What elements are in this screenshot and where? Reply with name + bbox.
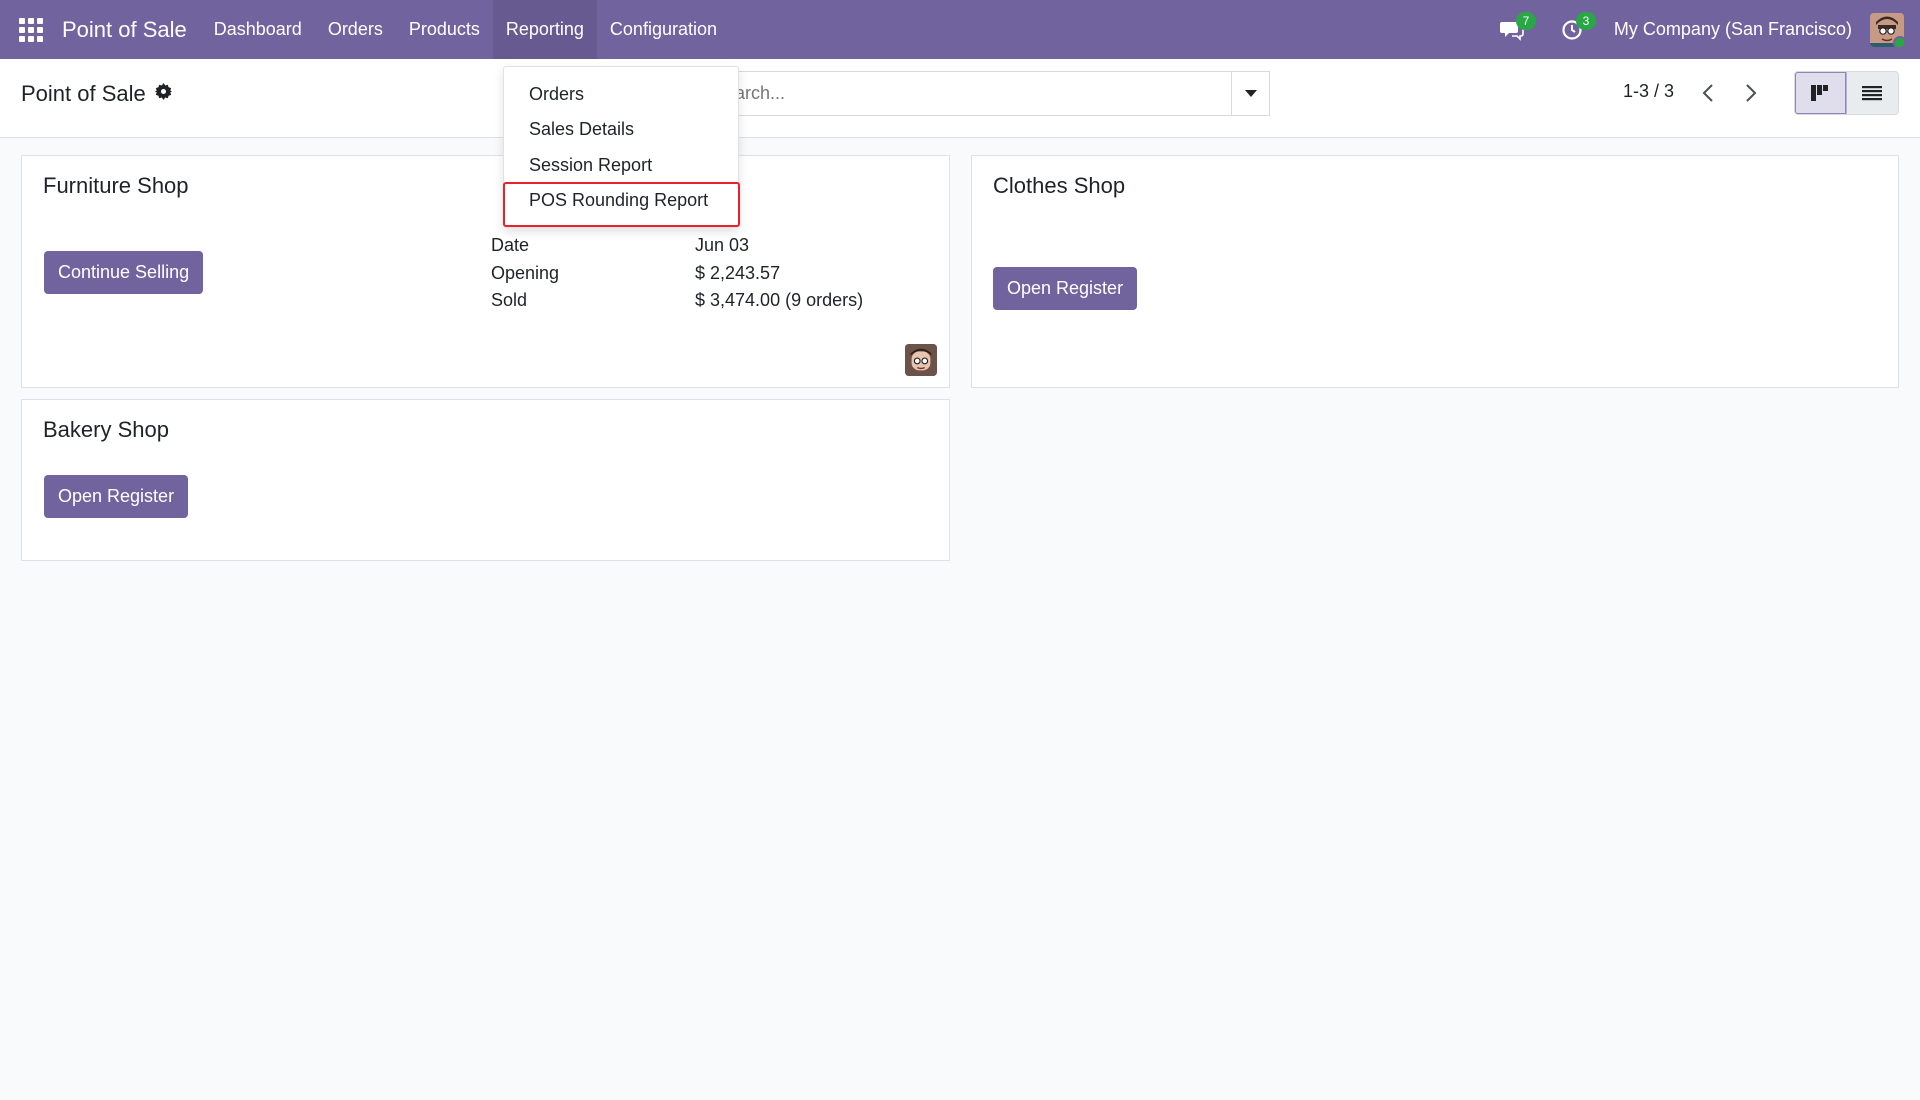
chevron-right-icon [1746, 84, 1757, 102]
messages-badge: 7 [1515, 11, 1536, 30]
pos-card-bakery: Bakery Shop Open Register [21, 399, 950, 561]
pager-previous-button[interactable] [1690, 75, 1726, 111]
menu-configuration[interactable]: Configuration [597, 0, 730, 59]
user-avatar[interactable] [1870, 12, 1904, 47]
menu-item-sales-details[interactable]: Sales Details [529, 119, 634, 140]
menu-orders[interactable]: Orders [315, 0, 396, 59]
search-options-toggle[interactable] [1231, 71, 1270, 116]
messages-icon[interactable]: 7 [1494, 11, 1536, 48]
open-register-button[interactable]: Open Register [993, 267, 1138, 310]
list-icon [1862, 86, 1883, 101]
kanban-view-button[interactable] [1795, 72, 1847, 114]
pager-next-button[interactable] [1733, 75, 1769, 111]
menu-dashboard[interactable]: Dashboard [201, 0, 315, 59]
online-status-dot [1893, 35, 1904, 47]
search-field[interactable] [700, 71, 1270, 116]
caret-down-icon [1245, 90, 1257, 97]
breadcrumb: Point of Sale [21, 81, 172, 107]
stat-value: Jun 03 [695, 235, 750, 255]
stat-label: Sold [491, 290, 528, 310]
reporting-dropdown-menu: Orders Sales Details Session Report POS … [503, 66, 739, 228]
stat-label: Date [491, 235, 530, 255]
pager-value[interactable]: 1-3 / 3 [1623, 81, 1674, 102]
menu-products[interactable]: Products [396, 0, 493, 59]
card-title: Furniture Shop [43, 173, 189, 198]
menu-reporting[interactable]: Reporting [492, 0, 597, 59]
chevron-left-icon [1702, 84, 1713, 102]
app-brand[interactable]: Point of Sale [62, 0, 187, 59]
top-navbar: Point of Sale Dashboard Orders Products … [0, 0, 1920, 59]
page-title: Point of Sale [21, 81, 146, 106]
view-switcher [1794, 71, 1899, 115]
card-title: Clothes Shop [993, 173, 1126, 198]
menu-item-orders[interactable]: Orders [529, 84, 584, 105]
stat-label: Opening [491, 262, 560, 283]
pos-card-clothes: Clothes Shop Open Register [971, 155, 1899, 388]
pos-card-furniture: Furniture Shop Continue Selling Date Jun … [21, 155, 950, 388]
gear-icon[interactable] [154, 83, 172, 105]
list-view-button[interactable] [1847, 72, 1899, 114]
continue-selling-button[interactable]: Continue Selling [44, 251, 204, 294]
menu-item-session-report[interactable]: Session Report [529, 155, 652, 176]
session-stats: Date Jun 03 Opening $ 2,243.57 Sold $ 3,474… [491, 232, 863, 315]
control-panel: Point of Sale 1-3 / 3 [0, 59, 1920, 138]
stat-value: $ 3,474.00 (9 orders) [695, 290, 864, 310]
stat-value: $ 2,243.57 [695, 262, 781, 283]
search-input[interactable] [701, 72, 1269, 115]
company-switcher[interactable]: My Company (San Francisco) [1614, 19, 1852, 40]
kanban-icon [1811, 85, 1829, 101]
open-register-button[interactable]: Open Register [44, 475, 189, 518]
card-title: Bakery Shop [43, 417, 169, 442]
activity-clock-icon[interactable]: 3 [1554, 11, 1596, 48]
activities-badge: 3 [1575, 11, 1596, 30]
responsible-avatar[interactable] [905, 344, 937, 376]
menu-item-pos-rounding-report[interactable]: POS Rounding Report [529, 190, 708, 211]
apps-menu-icon[interactable] [0, 0, 62, 59]
